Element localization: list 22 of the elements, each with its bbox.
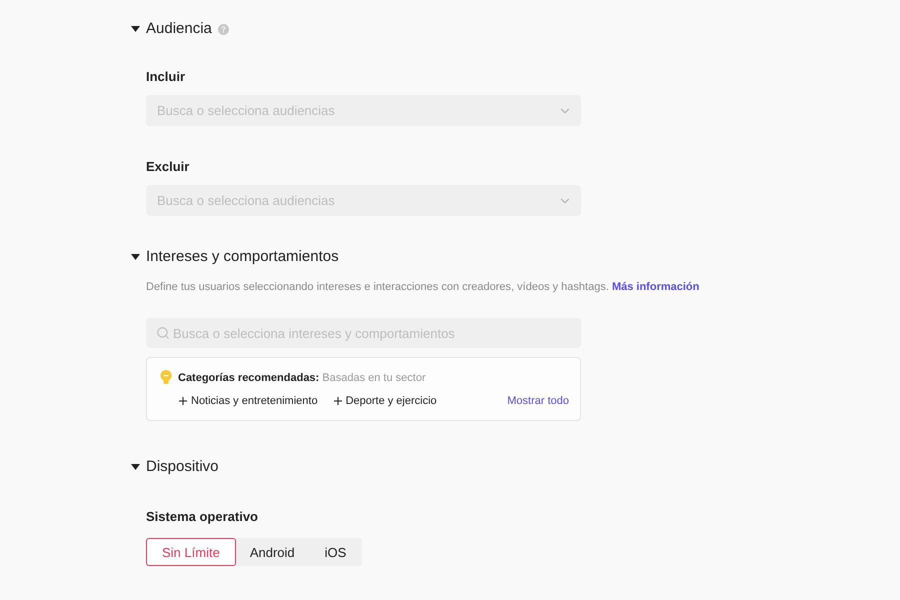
show-all-link[interactable]: Mostrar todo	[507, 394, 569, 408]
caret-icon[interactable]	[131, 26, 140, 32]
plus-icon	[179, 397, 187, 405]
caret-icon[interactable]	[131, 254, 140, 260]
add-category-button[interactable]: Noticias y entretenimiento	[179, 394, 318, 408]
description: Define tus usuarios seleccionando intereses e interacciones con creadores, vídeos y hashtags. Más información	[146, 280, 700, 294]
plus-icon	[334, 397, 342, 405]
field-label: Excluir	[146, 159, 190, 175]
recommendation-title: Categorías recomendadas: Basadas en tu sector	[178, 370, 426, 384]
more-info-link[interactable]: Más información	[612, 281, 700, 293]
os-option-tab[interactable]: Sin Límite	[146, 538, 236, 566]
os-option-tab[interactable]: Android	[236, 538, 309, 566]
field-label: Incluir	[146, 69, 186, 85]
caret-icon[interactable]	[131, 464, 140, 470]
section-title: Intereses y comportamientos	[146, 247, 339, 267]
field-label: Sistema operativo	[146, 509, 258, 525]
os-option-tab[interactable]: iOS	[308, 538, 362, 566]
section-title: Audiencia	[146, 19, 212, 39]
add-category-button[interactable]: Deporte y ejercicio	[334, 394, 437, 408]
section-title: Dispositivo	[146, 457, 219, 477]
search-icon	[156, 326, 170, 340]
lightbulb-icon	[160, 370, 172, 385]
